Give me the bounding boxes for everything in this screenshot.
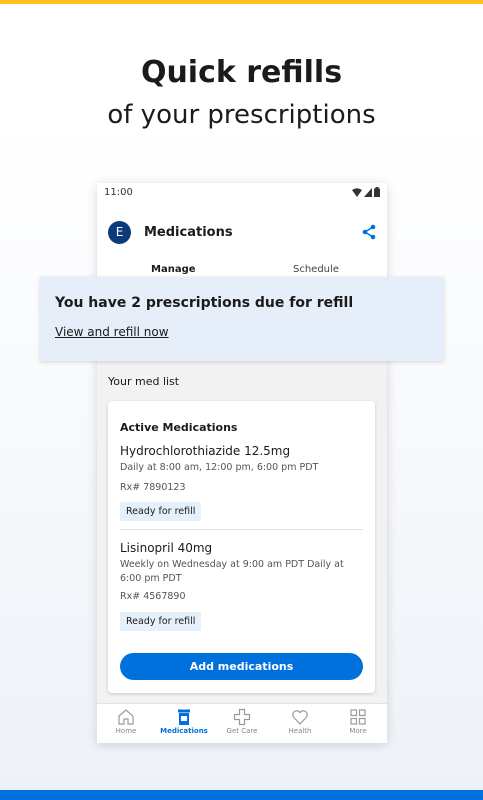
wifi-icon bbox=[352, 187, 362, 197]
med-name: Lisinopril 40mg bbox=[120, 541, 213, 555]
list-item[interactable]: Hydrochlorothiazide 12.5mg Daily at 8:00… bbox=[120, 444, 363, 521]
status-badge: Ready for refill bbox=[120, 612, 202, 631]
med-schedule: Daily at 8:00 am, 12:00 pm, 6:00 pm PDT bbox=[120, 462, 319, 473]
bottom-accent-bar bbox=[0, 790, 483, 800]
page-title: Medications bbox=[144, 225, 233, 240]
card-title: Active Medications bbox=[120, 421, 238, 434]
nav-item-medications[interactable]: Medications bbox=[155, 704, 213, 743]
pill-bottle-icon bbox=[178, 709, 190, 725]
med-list-label: Your med list bbox=[108, 375, 180, 388]
status-time: 11:00 bbox=[104, 187, 133, 198]
nav-item-health[interactable]: Health bbox=[271, 704, 329, 743]
top-accent-bar bbox=[0, 0, 483, 4]
med-rx: Rx# 7890123 bbox=[120, 482, 186, 493]
tab-schedule[interactable]: Schedule bbox=[293, 264, 339, 275]
list-item[interactable]: Lisinopril 40mg Weekly on Wednesday at 9… bbox=[120, 541, 363, 631]
app-bar: E Medications bbox=[97, 219, 387, 249]
tab-manage[interactable]: Manage bbox=[151, 264, 196, 275]
view-and-refill-link[interactable]: View and refill now bbox=[55, 325, 169, 339]
signal-icon bbox=[364, 187, 372, 197]
divider bbox=[120, 529, 363, 530]
status-bar: 11:00 bbox=[104, 187, 380, 203]
refill-banner: You have 2 prescriptions due for refill … bbox=[40, 277, 444, 361]
add-medications-button[interactable]: Add medications bbox=[120, 653, 363, 680]
battery-icon bbox=[374, 187, 380, 197]
home-icon bbox=[118, 709, 134, 725]
nav-label: Get Care bbox=[226, 727, 258, 735]
medical-cross-icon bbox=[233, 708, 251, 726]
share-icon[interactable] bbox=[361, 224, 377, 240]
bottom-nav: Home Medications Get Care Health More bbox=[97, 703, 387, 743]
med-name: Hydrochlorothiazide 12.5mg bbox=[120, 444, 291, 458]
promo-headline: Quick refills bbox=[140, 55, 343, 90]
nav-label: Medications bbox=[160, 727, 208, 735]
med-schedule: Weekly on Wednesday at 9:00 am PDT Daily… bbox=[120, 559, 344, 584]
nav-item-home[interactable]: Home bbox=[97, 704, 155, 743]
nav-label: Home bbox=[115, 727, 137, 735]
grid-icon bbox=[350, 709, 366, 725]
phone-screen: 11:00 E Medications Manage Schedule Your… bbox=[97, 183, 387, 743]
nav-label: Health bbox=[288, 727, 312, 735]
nav-item-get-care[interactable]: Get Care bbox=[213, 704, 271, 743]
active-medications-card: Active Medications Hydrochlorothiazide 1… bbox=[108, 401, 375, 693]
nav-label: More bbox=[349, 727, 367, 735]
avatar[interactable]: E bbox=[108, 221, 131, 244]
status-badge: Ready for refill bbox=[120, 502, 202, 521]
med-rx: Rx# 4567890 bbox=[120, 591, 186, 602]
heart-icon bbox=[292, 710, 308, 725]
refill-banner-title: You have 2 prescriptions due for refill bbox=[55, 295, 354, 311]
tab-bar: Manage Schedule bbox=[97, 264, 387, 278]
nav-item-more[interactable]: More bbox=[329, 704, 387, 743]
promo-subline: of your prescriptions bbox=[107, 100, 376, 130]
